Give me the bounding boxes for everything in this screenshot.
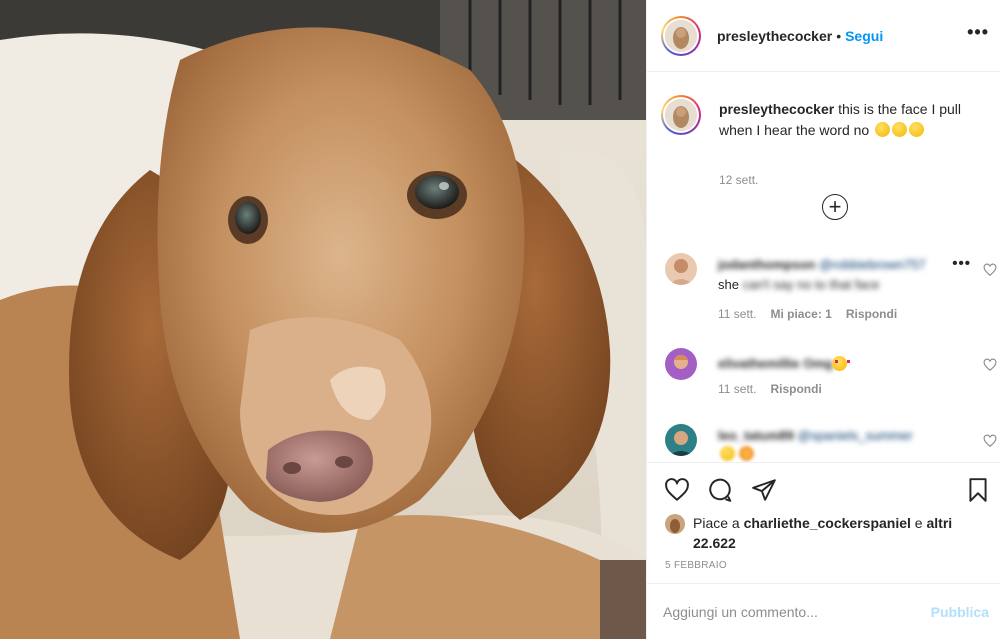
post-photo[interactable] xyxy=(0,0,646,639)
likes-prefix: Piace a xyxy=(693,515,744,531)
comments-section[interactable]: presleythecocker this is the face I pull… xyxy=(647,73,1000,462)
comment-meta: 11 sett. Rispondi xyxy=(718,382,822,396)
comment-mention[interactable]: @robbiebrown757 xyxy=(819,257,925,272)
plus-icon: + xyxy=(828,194,842,219)
commenter-avatar[interactable] xyxy=(665,348,697,380)
caption-timestamp: 12 sett. xyxy=(719,173,759,187)
post-date[interactable]: 5 FEBBRAIO xyxy=(665,560,727,571)
add-comment-bar: Aggiungi un commento... Pubblica xyxy=(647,583,1000,639)
comment-username-text[interactable]: jodanthompson xyxy=(718,257,816,272)
comment-username-text[interactable]: elivathemillie Omg xyxy=(718,356,833,371)
heart-icon[interactable] xyxy=(664,477,690,503)
more-options-icon[interactable]: ••• xyxy=(967,22,989,43)
post-actions: Piace a charliethe_cockerspaniel e altri… xyxy=(647,462,1000,583)
dog-avatar-image xyxy=(665,19,697,52)
comment-mention[interactable]: @spaniels_summer xyxy=(798,428,913,443)
emoji-icon xyxy=(739,446,754,461)
separator-dot: • xyxy=(836,27,842,44)
comment-heart-icon[interactable] xyxy=(983,263,997,277)
heart-eyes-emoji-icon xyxy=(832,356,850,371)
load-more-comments-button[interactable]: + xyxy=(822,194,848,220)
comment-timestamp: 11 sett. xyxy=(718,307,757,321)
reply-button[interactable]: Rispondi xyxy=(846,307,897,321)
bookmark-icon[interactable] xyxy=(965,477,991,503)
post-header: presleythecocker • Segui ••• xyxy=(647,0,1000,72)
commenter-username[interactable]: elivathemillie Omg xyxy=(718,356,833,371)
liker-avatar[interactable] xyxy=(665,514,685,534)
comment-text-blurred: can't say no to that face xyxy=(742,277,880,292)
comment-text-visible: she xyxy=(718,277,739,292)
pleading-face-emoji-icon xyxy=(875,122,891,137)
pleading-face-emoji-icon xyxy=(909,122,925,137)
comment-heart-icon[interactable] xyxy=(983,358,997,372)
comment-meta: 11 sett. Mi piace: 1 Rispondi xyxy=(718,307,897,321)
comment-heart-icon[interactable] xyxy=(983,434,997,448)
commenter-username[interactable]: jodanthompson @robbiebrown757 xyxy=(718,257,926,272)
share-icon[interactable] xyxy=(751,477,777,503)
caption-text-block: presleythecocker this is the face I pull… xyxy=(719,99,991,141)
comment-timestamp: 11 sett. xyxy=(718,382,757,396)
comment-likes-count[interactable]: Mi piace: 1 xyxy=(770,307,831,321)
comment-input[interactable]: Aggiungi un commento... xyxy=(663,604,913,620)
comment-icon[interactable] xyxy=(707,477,733,503)
liker-username[interactable]: charliethe_cockerspaniel xyxy=(744,515,911,531)
follow-button[interactable]: Segui xyxy=(845,28,883,44)
likes-conjunction: e xyxy=(910,515,927,531)
caption-avatar[interactable] xyxy=(661,95,701,135)
comment-username-text[interactable]: leo_tatum89 xyxy=(718,428,794,443)
emoji-icon xyxy=(720,446,735,461)
publish-button[interactable]: Pubblica xyxy=(931,604,989,620)
commenter-avatar[interactable] xyxy=(665,424,697,456)
author-username[interactable]: presleythecocker xyxy=(717,28,832,44)
caption-username[interactable]: presleythecocker xyxy=(719,101,834,117)
comment-text: she can't say no to that face xyxy=(718,277,880,292)
cocker-spaniel-photo xyxy=(0,0,646,639)
commenter-avatar[interactable] xyxy=(665,253,697,285)
comment-more-icon[interactable]: ••• xyxy=(952,255,971,272)
pleading-face-emoji-icon xyxy=(892,122,908,137)
post-sidebar: presleythecocker • Segui ••• presleythec… xyxy=(646,0,1000,639)
reply-button[interactable]: Rispondi xyxy=(770,382,821,396)
likes-text: Piace a charliethe_cockerspaniel e altri… xyxy=(693,513,983,553)
dog-avatar-image xyxy=(665,99,697,131)
commenter-username[interactable]: leo_tatum89 @spaniels_summer xyxy=(718,428,913,443)
author-avatar[interactable] xyxy=(661,15,701,56)
